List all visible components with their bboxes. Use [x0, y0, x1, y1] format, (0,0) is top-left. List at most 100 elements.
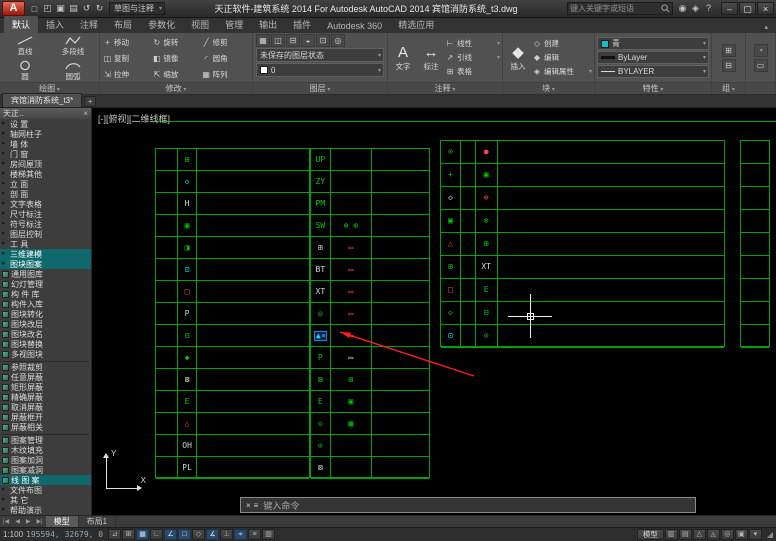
- new-tab-button[interactable]: +: [84, 96, 97, 107]
- block-symbol[interactable]: ▣: [185, 221, 190, 230]
- palette-item[interactable]: ▸ 图层控制: [0, 229, 91, 239]
- block-symbol[interactable]: ⊙: [448, 148, 453, 156]
- close-button[interactable]: ×: [757, 2, 774, 15]
- tab-model[interactable]: 模型: [45, 516, 79, 527]
- block-symbol[interactable]: ⊗: [484, 217, 489, 225]
- palette-item[interactable]: 构 件 库: [0, 289, 91, 299]
- workspace-dropdown[interactable]: 草图与注释: [109, 2, 165, 15]
- undo-icon[interactable]: ↺: [80, 3, 93, 14]
- selected-block-symbol[interactable]: ▲: [313, 330, 327, 341]
- model-paper-toggle-button[interactable]: 模型: [636, 529, 664, 540]
- palette-item[interactable]: 线 图 案: [0, 475, 91, 485]
- drawing-canvas[interactable]: [-][俯视][二维线框] Y X × ≡ 键入命令 ⊞ ◇ H ▣ ◨ ⊡ □ P ⊟ ◆ ⊠ E △ O…: [92, 108, 776, 515]
- object-snap-tracking-toggle[interactable]: ∡: [206, 529, 220, 540]
- palette-item[interactable]: ▸ 剖 面: [0, 189, 91, 199]
- tool-line[interactable]: 直线: [1, 33, 49, 58]
- ribbon-small-tool[interactable]: ◆ 编辑: [532, 51, 593, 64]
- ribbon-tab[interactable]: 视图: [183, 16, 217, 33]
- toolbar-lock-icon[interactable]: ▣: [734, 529, 748, 540]
- help-icon[interactable]: ?: [702, 3, 715, 14]
- block-symbol[interactable]: ▣: [484, 171, 489, 179]
- current-layer-dropdown[interactable]: 0: [256, 63, 384, 77]
- polar-tracking-toggle[interactable]: ∠: [164, 529, 178, 540]
- ribbon-tab[interactable]: 管理: [217, 16, 251, 33]
- block-symbol[interactable]: BT: [316, 265, 326, 274]
- palette-item[interactable]: ▸ 墙 体: [0, 139, 91, 149]
- measure-icon[interactable]: ◔: [753, 43, 768, 57]
- palette-item[interactable]: 图块改层: [0, 319, 91, 329]
- palette-item[interactable]: 多视图块: [0, 349, 91, 359]
- property-lineweight[interactable]: ByLayer: [597, 51, 709, 64]
- palette-item[interactable]: ▸ 其 它: [0, 495, 91, 505]
- modify-tool[interactable]: ◫ 复制: [103, 50, 150, 66]
- block-symbol[interactable]: ⊡: [448, 332, 453, 340]
- block-symbol[interactable]: ⊞: [484, 240, 489, 248]
- ribbon-small-tool[interactable]: ◈ 编辑属性: [532, 65, 593, 78]
- block-symbol[interactable]: ⊕ ⊕: [344, 221, 358, 230]
- tool-circle[interactable]: 圆: [1, 58, 49, 82]
- customize-icon[interactable]: ≡: [254, 501, 259, 510]
- application-menu-button[interactable]: A: [2, 1, 25, 16]
- panel-label-annotation[interactable]: 注释: [388, 82, 502, 94]
- block-symbol[interactable]: ⊕: [484, 194, 489, 202]
- status-bar-menu-icon[interactable]: ▾: [748, 529, 762, 540]
- modify-tool[interactable]: ⇲ 拉伸: [103, 66, 150, 82]
- block-symbol[interactable]: ◇: [185, 177, 190, 186]
- block-symbol[interactable]: E: [318, 397, 323, 406]
- palette-item[interactable]: ▸ 文字表格: [0, 199, 91, 209]
- block-symbol[interactable]: ◇: [448, 309, 453, 317]
- palette-item[interactable]: 木纹填充: [0, 445, 91, 455]
- coordinates-readout[interactable]: 195594, 32679, 0: [26, 530, 103, 539]
- block-symbol[interactable]: ⊟: [185, 331, 190, 340]
- save-icon[interactable]: ▣: [54, 3, 67, 14]
- block-symbol[interactable]: ▭: [348, 353, 353, 362]
- palette-item[interactable]: ▸ 三维建模: [0, 249, 91, 259]
- layout-nav-icon[interactable]: ▶|: [33, 518, 45, 525]
- block-symbol[interactable]: ⊙: [318, 441, 323, 450]
- block-symbol[interactable]: ▦: [348, 419, 353, 428]
- palette-item[interactable]: 图案加洞: [0, 455, 91, 465]
- palette-item[interactable]: ▸ 立 面: [0, 179, 91, 189]
- quick-view-drawings-icon[interactable]: ▤: [678, 529, 692, 540]
- palette-item[interactable]: 图案减洞: [0, 465, 91, 475]
- ribbon-tab[interactable]: 默认: [4, 16, 39, 33]
- snap-mode-toggle[interactable]: ⊞: [122, 529, 136, 540]
- palette-item[interactable]: 构件入库: [0, 299, 91, 309]
- block-symbol[interactable]: PL: [182, 463, 192, 472]
- tab-layout[interactable]: 布局1: [79, 516, 117, 527]
- clean-screen-icon[interactable]: ◢: [765, 530, 773, 539]
- exchange-apps-icon[interactable]: ◈: [689, 3, 702, 14]
- block-symbol[interactable]: ▣: [348, 397, 353, 406]
- ribbon-tab[interactable]: 输出: [251, 16, 285, 33]
- paste-icon[interactable]: ▭: [753, 58, 768, 72]
- ribbon-minimize-icon[interactable]: ▴: [760, 23, 772, 33]
- dynamic-input-toggle[interactable]: ⌖: [234, 529, 248, 540]
- annotation-tool[interactable]: ↔ 标注: [417, 34, 445, 81]
- block-symbol[interactable]: ▭: [348, 309, 353, 318]
- ribbon-small-tool[interactable]: ↗ 引线: [445, 51, 501, 64]
- block-symbol[interactable]: ⊙: [484, 332, 489, 340]
- block-symbol[interactable]: ⊠: [318, 375, 323, 384]
- block-symbol[interactable]: ⊞: [185, 155, 190, 164]
- 3d-object-snap-toggle[interactable]: ◇: [192, 529, 206, 540]
- tool-polyline[interactable]: 多段线: [49, 33, 97, 58]
- block-symbol[interactable]: □: [448, 286, 453, 294]
- palette-item[interactable]: 屏蔽框开: [0, 412, 91, 422]
- layer-tool-icon[interactable]: ⊟: [286, 34, 300, 47]
- quick-view-layouts-icon[interactable]: ▥: [664, 529, 678, 540]
- block-symbol[interactable]: ●: [484, 148, 489, 156]
- palette-item[interactable]: 任意屏蔽: [0, 372, 91, 382]
- sign-in-icon[interactable]: ◉: [676, 3, 689, 14]
- block-symbol[interactable]: ◇: [318, 419, 323, 428]
- annotation-visibility-icon[interactable]: ◬: [706, 529, 720, 540]
- object-snap-toggle[interactable]: □: [178, 529, 192, 540]
- block-symbol[interactable]: ▣: [448, 217, 453, 225]
- block-symbol[interactable]: XT: [316, 287, 326, 296]
- modify-tool[interactable]: + 移动: [103, 34, 150, 50]
- palette-item[interactable]: ▸ 帮助演示: [0, 505, 91, 515]
- block-symbol[interactable]: □: [185, 287, 190, 296]
- ribbon-tab[interactable]: 精选应用: [390, 16, 442, 33]
- layer-tool-icon[interactable]: ⊡: [316, 34, 330, 47]
- ribbon-tab[interactable]: 插入: [38, 16, 72, 33]
- block-symbol[interactable]: E: [185, 397, 190, 406]
